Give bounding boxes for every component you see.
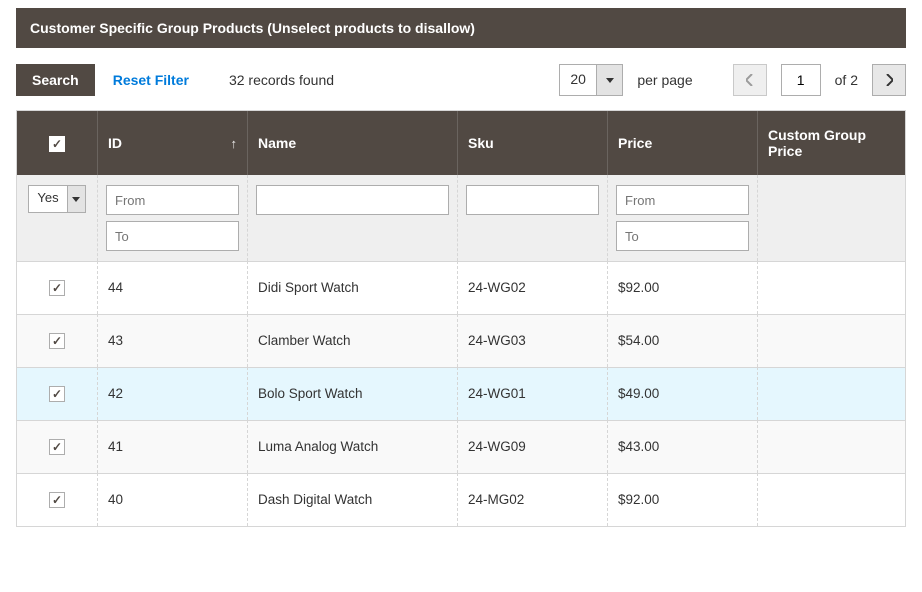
chevron-right-icon [885,74,893,86]
cell-id: 40 [97,473,247,526]
filter-checked-value: Yes [29,186,66,212]
pager: 20 per page of 2 [559,64,906,96]
cell-name: Didi Sport Watch [247,261,457,314]
header-price-label: Price [618,135,652,151]
cell-id: 43 [97,314,247,367]
table-row[interactable]: 40Dash Digital Watch24-MG02$92.00 [17,473,905,526]
filter-name[interactable] [256,185,449,215]
cell-price: $92.00 [607,473,757,526]
cell-sku: 24-WG09 [457,420,607,473]
header-id[interactable]: ID ↑ [97,111,247,175]
header-price[interactable]: Price [607,111,757,175]
chevron-down-icon[interactable] [596,65,622,95]
filter-id-to[interactable] [106,221,239,251]
cell-sku: 24-MG02 [457,473,607,526]
cell-custom-group-price [757,261,905,314]
page-of-label: of 2 [835,72,858,88]
filter-price-from[interactable] [616,185,749,215]
page-number-input[interactable] [781,64,821,96]
cell-name: Bolo Sport Watch [247,367,457,420]
cell-sku: 24-WG01 [457,367,607,420]
filter-row: Yes [17,175,905,261]
cell-sku: 24-WG03 [457,314,607,367]
header-sku[interactable]: Sku [457,111,607,175]
cell-price: $49.00 [607,367,757,420]
cell-custom-group-price [757,314,905,367]
chevron-down-icon[interactable] [67,186,85,212]
row-checkbox[interactable] [49,386,65,402]
table-row[interactable]: 41Luma Analog Watch24-WG09$43.00 [17,420,905,473]
prev-page-button[interactable] [733,64,767,96]
filter-price-to[interactable] [616,221,749,251]
row-checkbox[interactable] [49,333,65,349]
header-sku-label: Sku [468,135,494,151]
grid-toolbar: Search Reset Filter 32 records found 20 … [16,48,906,110]
filter-id-from[interactable] [106,185,239,215]
records-found-label: 32 records found [229,72,334,88]
cell-sku: 24-WG02 [457,261,607,314]
cell-custom-group-price [757,473,905,526]
next-page-button[interactable] [872,64,906,96]
cell-name: Luma Analog Watch [247,420,457,473]
cell-custom-group-price [757,420,905,473]
per-page-value: 20 [560,65,596,95]
filter-sku[interactable] [466,185,599,215]
cell-id: 44 [97,261,247,314]
row-checkbox[interactable] [49,492,65,508]
header-cgp-label: Custom Group Price [768,127,866,159]
search-button[interactable]: Search [16,64,95,96]
header-checkbox-cell [17,111,97,175]
chevron-left-icon [746,74,754,86]
header-id-label: ID [108,135,122,151]
per-page-label: per page [637,72,692,88]
cell-price: $92.00 [607,261,757,314]
header-name[interactable]: Name [247,111,457,175]
cell-name: Clamber Watch [247,314,457,367]
sort-asc-icon: ↑ [231,136,238,151]
cell-id: 41 [97,420,247,473]
cell-id: 42 [97,367,247,420]
table-row[interactable]: 42Bolo Sport Watch24-WG01$49.00 [17,367,905,420]
cell-name: Dash Digital Watch [247,473,457,526]
row-checkbox[interactable] [49,439,65,455]
per-page-select[interactable]: 20 [559,64,623,96]
cell-price: $54.00 [607,314,757,367]
table-row[interactable]: 43Clamber Watch24-WG03$54.00 [17,314,905,367]
panel-title: Customer Specific Group Products (Unsele… [16,8,906,48]
header-custom-group-price[interactable]: Custom Group Price [757,111,905,175]
filter-checked-select[interactable]: Yes [28,185,85,213]
header-name-label: Name [258,135,296,151]
products-grid: ID ↑ Name Sku Price Custom Group Price Y… [16,110,906,527]
select-all-checkbox[interactable] [49,136,65,152]
cell-price: $43.00 [607,420,757,473]
cell-custom-group-price [757,367,905,420]
table-row[interactable]: 44Didi Sport Watch24-WG02$92.00 [17,261,905,314]
reset-filter-link[interactable]: Reset Filter [113,72,189,88]
row-checkbox[interactable] [49,280,65,296]
header-row: ID ↑ Name Sku Price Custom Group Price [17,111,905,175]
